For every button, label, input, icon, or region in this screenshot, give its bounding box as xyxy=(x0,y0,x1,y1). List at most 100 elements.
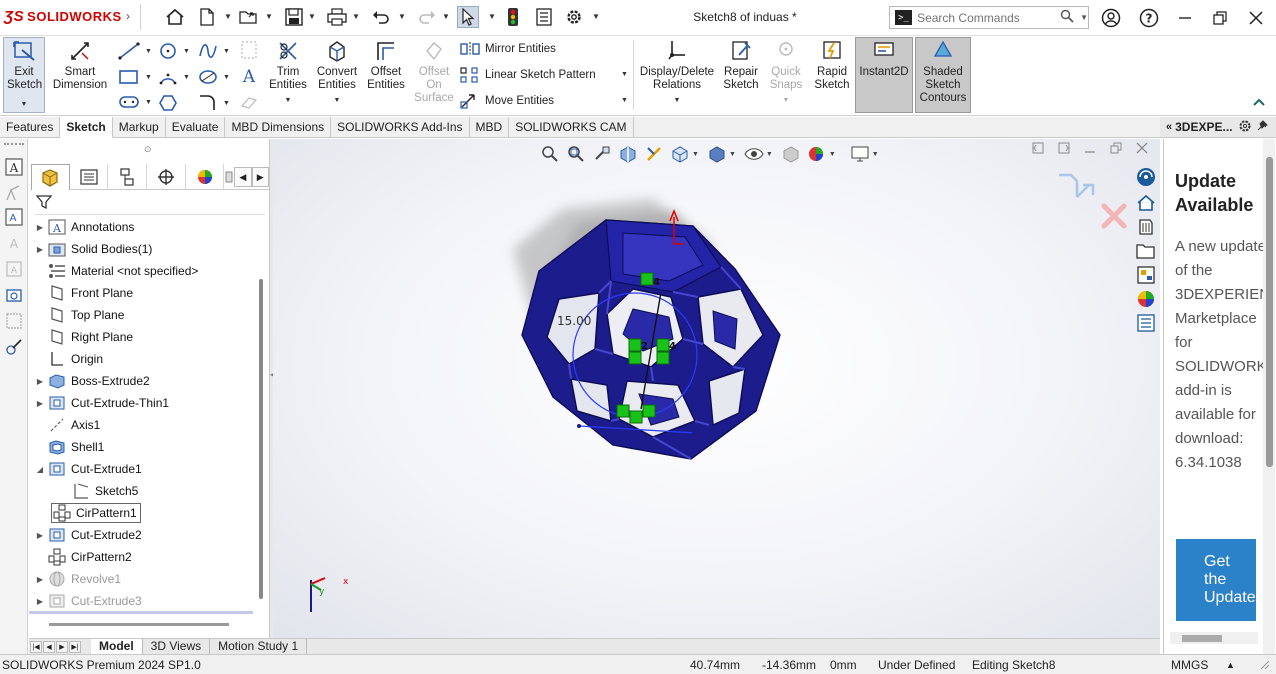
tab-last-icon[interactable]: ▶| xyxy=(69,640,81,653)
hide-show-dropdown-icon[interactable]: ▼ xyxy=(766,151,773,158)
expand-arrow-icon[interactable]: ▶ xyxy=(33,531,47,540)
viewport-tile-left-icon[interactable] xyxy=(1027,139,1049,158)
tree-item-cirpattern2[interactable]: CirPattern2 xyxy=(33,547,132,567)
search-dropdown-icon[interactable]: ▼ xyxy=(1080,13,1088,22)
task-pane-hscroll-thumb[interactable] xyxy=(1182,635,1222,642)
slot-tool[interactable]: ▼ xyxy=(118,94,152,110)
tree-item-cirpattern1[interactable]: CirPattern1 xyxy=(51,503,141,523)
document-restore-icon[interactable] xyxy=(1105,139,1127,158)
move-dropdown-icon[interactable]: ▼ xyxy=(621,97,628,104)
tree-item-cut-extrude-thin1[interactable]: ▶ Cut-Extrude-Thin1 xyxy=(33,393,169,413)
tree-item-cut-extrude3[interactable]: ▶ Cut-Extrude3 xyxy=(33,591,142,611)
3dexperience-icon[interactable] xyxy=(1135,166,1157,188)
expand-arrow-icon[interactable]: ▶ xyxy=(33,399,47,408)
exit-sketch-button[interactable]: Exit Sketch ▼ xyxy=(3,37,45,113)
account-user-icon[interactable] xyxy=(1100,7,1122,29)
pattern-dropdown-icon[interactable]: ▼ xyxy=(621,71,628,78)
previous-view-icon[interactable] xyxy=(591,144,613,164)
fillet-dropdown-icon[interactable]: ▼ xyxy=(223,100,230,107)
pin-icon[interactable] xyxy=(1256,119,1269,135)
tree-item-front-plane[interactable]: Front Plane xyxy=(33,283,133,303)
text-tool[interactable]: A xyxy=(240,66,258,86)
apply-scene-icon[interactable] xyxy=(806,144,828,164)
options-dropdown-icon[interactable]: ▼ xyxy=(592,12,600,21)
property-manager-tab-icon[interactable] xyxy=(70,164,109,190)
mirror-entities-button[interactable]: Mirror Entities xyxy=(460,41,556,57)
resize-grip-icon[interactable] xyxy=(1258,658,1270,673)
linear-sketch-pattern-button[interactable]: Linear Sketch Pattern xyxy=(460,67,596,83)
filter-icon[interactable] xyxy=(35,193,53,211)
search-icon[interactable] xyxy=(1060,9,1074,26)
offset-entities-button[interactable]: Offset Entities xyxy=(364,38,408,92)
expand-arrow-icon[interactable]: ▶ xyxy=(33,245,47,254)
ellipse-dropdown-icon[interactable]: ▼ xyxy=(223,74,230,81)
line-dropdown-icon[interactable]: ▼ xyxy=(145,48,152,55)
balloon-icon[interactable]: A xyxy=(4,207,24,227)
print-icon[interactable] xyxy=(326,6,348,28)
zoom-to-area-icon[interactable] xyxy=(565,144,587,164)
display-style-icon[interactable] xyxy=(706,144,728,164)
unit-system[interactable]: MMGS xyxy=(1171,658,1208,672)
trim-dropdown-icon[interactable]: ▼ xyxy=(285,94,292,107)
collapse-ribbon-icon[interactable] xyxy=(1252,96,1266,110)
options-gear-icon[interactable] xyxy=(563,6,585,28)
help-icon[interactable]: ? xyxy=(1138,7,1160,29)
rapid-sketch-button[interactable]: Rapid Sketch xyxy=(811,38,853,92)
rectangle-tool[interactable]: ▼ xyxy=(118,68,152,86)
tab-evaluate[interactable]: Evaluate xyxy=(166,117,226,138)
datum-feature-icon[interactable]: A xyxy=(4,233,24,253)
tree-item-origin[interactable]: Origin xyxy=(33,349,103,369)
trim-entities-button[interactable]: Trim Entities ▼ xyxy=(266,38,310,107)
expand-arrow-icon[interactable]: ▶ xyxy=(33,597,47,606)
shaded-sketch-contours-button[interactable]: Shaded Sketch Contours xyxy=(915,37,971,113)
new-document-icon[interactable] xyxy=(196,6,218,28)
tabs-scroll-left-icon[interactable]: ◀ xyxy=(234,167,252,187)
task-pane-options-icon[interactable] xyxy=(1238,119,1252,136)
tree-item-cut-extrude2[interactable]: ▶ Cut-Extrude2 xyxy=(33,525,142,545)
smart-dimension-button[interactable]: Smart Dimension xyxy=(50,38,110,92)
redo-icon[interactable] xyxy=(416,6,438,28)
document-close-icon[interactable] xyxy=(1131,139,1153,158)
file-properties-icon[interactable] xyxy=(533,6,555,28)
custom-properties-icon[interactable] xyxy=(1135,312,1157,334)
print-dropdown-icon[interactable]: ▼ xyxy=(352,12,360,21)
tree-item-shell1[interactable]: Shell1 xyxy=(33,437,104,457)
select-cursor-icon[interactable] xyxy=(457,6,479,28)
open-folder-icon[interactable] xyxy=(238,6,260,28)
save-dropdown-icon[interactable]: ▼ xyxy=(308,12,316,21)
viewport-tile-right-icon[interactable] xyxy=(1053,139,1075,158)
expand-arrow-icon[interactable]: ▶ xyxy=(33,223,47,232)
view-orientation-icon[interactable] xyxy=(669,144,691,164)
datum-target-icon[interactable]: A xyxy=(4,259,24,279)
tree-item-material[interactable]: Material <not specified> xyxy=(33,261,198,281)
display-delete-relations-button[interactable]: Display/Delete Relations ▼ xyxy=(638,38,716,107)
panel-grip-icon[interactable]: ⊙ xyxy=(144,144,152,155)
display-manager-tab-icon[interactable] xyxy=(186,164,225,190)
surface-finish-icon[interactable] xyxy=(4,183,24,203)
solidworks-resources-home-icon[interactable] xyxy=(1135,192,1157,214)
sketch-fillet-tool[interactable]: ▼ xyxy=(198,94,230,112)
undo-icon[interactable] xyxy=(370,6,392,28)
line-tool[interactable]: ▼ xyxy=(118,42,152,60)
tab-next-icon[interactable]: ▶ xyxy=(56,640,68,653)
tree-item-annotations[interactable]: ▶ A Annotations xyxy=(33,217,134,237)
tabs-scroll-right-icon[interactable]: ▶ xyxy=(251,167,269,187)
hatch-fill-icon[interactable] xyxy=(4,311,24,331)
task-pane-scroll-thumb[interactable] xyxy=(1266,157,1273,467)
tab-mbd[interactable]: MBD xyxy=(470,117,510,138)
get-update-button[interactable]: Get the Update xyxy=(1176,539,1256,621)
quick-snaps-button[interactable]: Quick Snaps ▼ xyxy=(766,38,806,107)
display-style-dropdown-icon[interactable]: ▼ xyxy=(729,151,736,158)
tree-item-axis1[interactable]: Axis1 xyxy=(33,415,100,435)
reference-triad[interactable]: x y xyxy=(303,572,353,618)
instant2d-button[interactable]: Instant2D xyxy=(855,37,913,113)
tree-item-cut-extrude1[interactable]: ◢ Cut-Extrude1 xyxy=(33,459,142,479)
tree-item-boss-extrude2[interactable]: ▶ Boss-Extrude2 xyxy=(33,371,150,391)
orientation-dropdown-icon[interactable]: ▼ xyxy=(692,151,699,158)
redo-dropdown-icon[interactable]: ▼ xyxy=(442,12,450,21)
arc-dropdown-icon[interactable]: ▼ xyxy=(183,74,190,81)
tab-solidworks-add-ins[interactable]: SOLIDWORKS Add-Ins xyxy=(331,117,470,138)
more-tabs-icon[interactable] xyxy=(224,164,234,190)
edit-appearance-icon[interactable] xyxy=(780,144,802,164)
annotation-note-icon[interactable]: A xyxy=(4,157,24,177)
